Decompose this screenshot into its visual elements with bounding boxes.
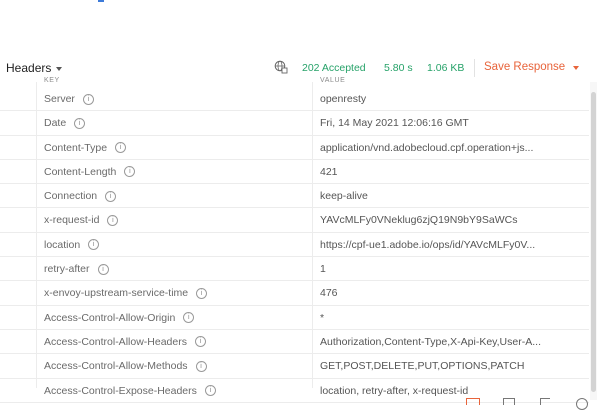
- info-icon[interactable]: i: [74, 117, 86, 129]
- header-value: Authorization,Content-Type,X-Api-Key,Use…: [320, 335, 541, 348]
- header-value: https://cpf-ue1.adobe.io/ops/id/YAVcMLFy…: [320, 238, 536, 251]
- header-key-text: retry-after: [44, 263, 90, 276]
- header-key-text: Date: [44, 117, 67, 130]
- divider: [474, 59, 475, 77]
- table-row: x-envoy-upstream-service-time i 476: [0, 281, 589, 306]
- header-key: x-request-id i: [44, 214, 119, 227]
- status-code[interactable]: 202 Accepted: [302, 62, 366, 74]
- info-icon[interactable]: i: [124, 166, 136, 178]
- table-row: Access-Control-Allow-Headers i Authorizat…: [0, 330, 589, 355]
- bootcamp-icon[interactable]: [466, 398, 480, 405]
- header-key-text: Content-Length: [44, 165, 117, 178]
- header-value: 476: [320, 287, 338, 300]
- header-key: Server i: [44, 93, 94, 105]
- chevron-down-icon: [573, 65, 580, 70]
- header-key: Access-Control-Allow-Headers i: [44, 336, 206, 348]
- header-key-text: Content-Type: [44, 141, 108, 154]
- help-icon[interactable]: [576, 398, 588, 410]
- info-icon[interactable]: i: [105, 190, 117, 202]
- info-icon[interactable]: i: [183, 312, 195, 324]
- header-value: 1: [320, 263, 326, 276]
- header-key: Access-Control-Allow-Methods i: [44, 360, 207, 372]
- header-key-text: x-envoy-upstream-service-time: [44, 287, 189, 300]
- info-icon[interactable]: i: [195, 360, 207, 372]
- info-icon[interactable]: i: [88, 239, 100, 251]
- table-row: x-request-id i YAVcMLFy0VNeklug6zjQ19N9bY…: [0, 208, 589, 233]
- info-icon[interactable]: i: [82, 93, 94, 105]
- header-key-text: Access-Control-Expose-Headers: [44, 384, 197, 397]
- runner-icon[interactable]: [503, 398, 515, 405]
- scrollbar-thumb[interactable]: [591, 92, 596, 392]
- trash-icon[interactable]: [540, 398, 550, 405]
- vertical-scrollbar[interactable]: [590, 82, 597, 400]
- header-value: *: [320, 311, 325, 324]
- header-value: 421: [320, 165, 338, 178]
- header-value: keep-alive: [320, 190, 368, 203]
- header-key: retry-after i: [44, 263, 109, 275]
- header-value: application/vnd.adobecloud.cpf.operation…: [320, 141, 534, 154]
- info-icon[interactable]: i: [97, 263, 109, 275]
- table-row: Connection i keep-alive: [0, 184, 589, 209]
- table-row: Content-Length i 421: [0, 160, 589, 185]
- header-key: Access-Control-Allow-Origin i: [44, 311, 195, 324]
- link-fragment: [98, 0, 104, 2]
- info-icon[interactable]: i: [194, 336, 206, 348]
- save-response-button[interactable]: Save Response: [484, 61, 580, 73]
- header-value: GET,POST,DELETE,PUT,OPTIONS,PATCH: [320, 360, 525, 373]
- table-row: Server i openresty: [0, 87, 589, 112]
- header-key: Content-Length i: [44, 165, 136, 178]
- header-key-text: location: [44, 238, 81, 251]
- header-key-text: Connection: [44, 190, 98, 203]
- globe-network-icon[interactable]: [274, 60, 288, 74]
- info-icon[interactable]: i: [115, 142, 127, 154]
- header-key: Access-Control-Expose-Headers i: [44, 385, 216, 397]
- header-key: location i: [44, 238, 100, 251]
- header-key: Content-Type i: [44, 141, 127, 154]
- header-key: Date i: [44, 117, 86, 130]
- headers-tab-label: Headers: [6, 61, 52, 75]
- header-key-text: Access-Control-Allow-Origin: [44, 311, 176, 324]
- info-icon[interactable]: i: [196, 287, 208, 299]
- response-toolbar: Headers 202 Accepted 5.80 s 1.06 KB Save…: [0, 56, 600, 82]
- table-row: Date i Fri, 14 May 2021 12:06:16 GMT: [0, 111, 589, 136]
- column-header-key: KEY: [44, 77, 60, 84]
- chevron-down-icon: [56, 66, 63, 71]
- table-row: location i https://cpf-ue1.adobe.io/ops/i…: [0, 233, 589, 258]
- header-value: location, retry-after, x-request-id: [320, 384, 469, 397]
- header-value: YAVcMLFy0VNeklug6zjQ19N9bY9SaWCs: [320, 214, 518, 227]
- table-row: Access-Control-Allow-Origin i *: [0, 306, 589, 330]
- header-key-text: Access-Control-Allow-Methods: [44, 360, 188, 373]
- table-row: Access-Control-Allow-Methods i GET,POST,D…: [0, 354, 589, 379]
- table-row: retry-after i 1: [0, 257, 589, 282]
- save-response-label: Save Response: [484, 61, 566, 73]
- header-key-text: Server: [44, 93, 75, 105]
- header-key: Connection i: [44, 190, 117, 203]
- header-value: openresty: [320, 93, 367, 105]
- header-key-text: x-request-id: [44, 214, 100, 227]
- header-value: Fri, 14 May 2021 12:06:16 GMT: [320, 117, 469, 130]
- response-time[interactable]: 5.80 s: [384, 62, 413, 74]
- response-size[interactable]: 1.06 KB: [427, 62, 464, 74]
- status-bar: [0, 398, 600, 410]
- header-key: x-envoy-upstream-service-time i: [44, 287, 208, 300]
- headers-tab-dropdown[interactable]: Headers: [6, 61, 63, 75]
- table-row: Content-Type i application/vnd.adobecloud…: [0, 136, 589, 160]
- info-icon[interactable]: i: [204, 385, 216, 397]
- info-icon[interactable]: i: [107, 214, 119, 226]
- header-key-text: Access-Control-Allow-Headers: [44, 335, 187, 348]
- headers-table: Server i openresty Date i Fri, 14 May 2021…: [0, 87, 589, 403]
- column-header-value: VALUE: [320, 77, 346, 84]
